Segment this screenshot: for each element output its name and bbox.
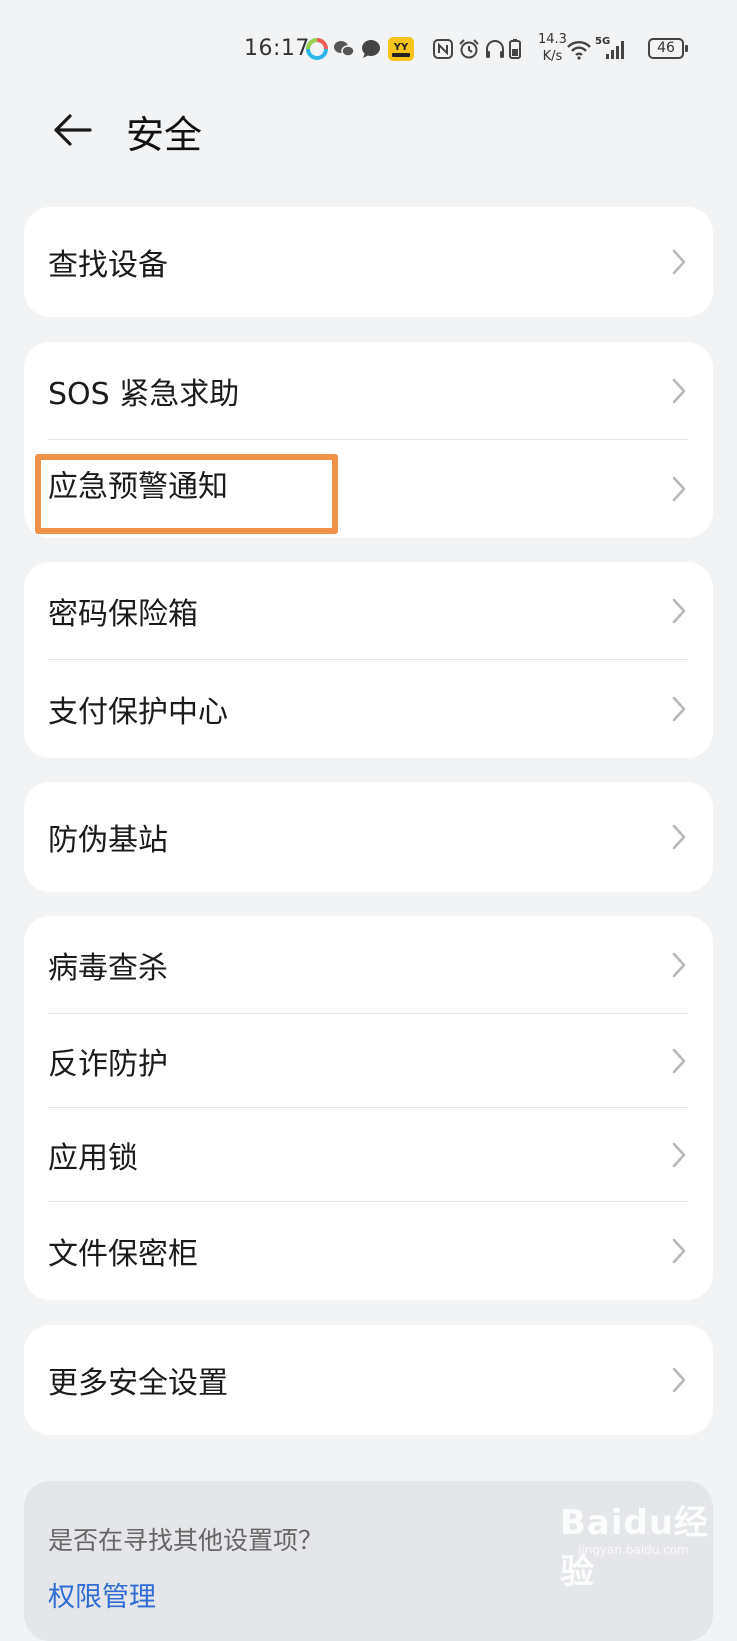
network-speed-value: 14.3 xyxy=(538,32,567,47)
settings-item-password-vault[interactable]: 密码保险箱 xyxy=(24,562,713,660)
battery-icon: 46 xyxy=(648,38,688,59)
settings-item-label: 病毒查杀 xyxy=(48,951,168,986)
status-bar: 16:17 YY 14.3 K/s 5G 46 xyxy=(0,0,737,100)
chevron-right-icon xyxy=(672,952,686,978)
settings-item-file-safe[interactable]: 文件保密柜 xyxy=(24,1202,713,1300)
wechat-icon xyxy=(334,41,355,57)
settings-item-label: SOS 紧急求助 xyxy=(48,377,240,412)
battery-level: 46 xyxy=(657,40,675,56)
settings-card-base-station: 防伪基站 xyxy=(24,782,713,892)
chevron-right-icon xyxy=(672,824,686,850)
chevron-right-icon xyxy=(672,1238,686,1264)
chevron-right-icon xyxy=(672,249,686,275)
message-icon xyxy=(362,40,380,58)
settings-item-label: 密码保险箱 xyxy=(48,597,198,632)
settings-item-anti-fraud[interactable]: 反诈防护 xyxy=(24,1014,713,1108)
settings-item-payment-protection[interactable]: 支付保护中心 xyxy=(24,660,713,758)
settings-card-protection: 病毒查杀 反诈防护 应用锁 文件保密柜 xyxy=(24,916,713,1300)
svg-text:YY: YY xyxy=(393,42,409,53)
settings-card-more: 更多安全设置 xyxy=(24,1325,713,1435)
headset-battery-icon xyxy=(509,39,521,59)
highlight-box xyxy=(35,454,338,534)
yy-app-icon: YY xyxy=(388,37,414,61)
alarm-icon xyxy=(459,39,479,59)
chevron-right-icon xyxy=(672,1048,686,1074)
baidu-watermark-url: jingyan.baidu.com xyxy=(578,1543,689,1557)
settings-card-passwords: 密码保险箱 支付保护中心 xyxy=(24,562,713,758)
settings-card-find-device: 查找设备 xyxy=(24,207,713,317)
settings-item-virus-scan[interactable]: 病毒查杀 xyxy=(24,916,713,1014)
wifi-icon xyxy=(567,41,591,60)
settings-item-label: 反诈防护 xyxy=(48,1047,168,1082)
chevron-right-icon xyxy=(672,598,686,624)
chevron-right-icon xyxy=(672,476,686,502)
suggestion-link-permissions[interactable]: 权限管理 xyxy=(48,1575,156,1614)
network-speed-unit: K/s xyxy=(542,49,563,64)
settings-item-anti-fake-base-station[interactable]: 防伪基站 xyxy=(24,782,713,892)
back-arrow-icon[interactable] xyxy=(50,108,94,152)
chevron-right-icon xyxy=(672,1367,686,1393)
settings-item-label: 查找设备 xyxy=(48,248,168,283)
chevron-right-icon xyxy=(672,696,686,722)
chevron-right-icon xyxy=(672,1142,686,1168)
settings-item-more-security[interactable]: 更多安全设置 xyxy=(24,1325,713,1435)
signal-icon xyxy=(606,41,624,59)
page-title: 安全 xyxy=(126,113,203,157)
settings-item-label: 支付保护中心 xyxy=(48,695,228,730)
settings-item-label: 更多安全设置 xyxy=(48,1366,228,1401)
network-speed: 14.3 K/s xyxy=(538,31,567,65)
nfc-icon xyxy=(433,39,453,59)
settings-item-sos[interactable]: SOS 紧急求助 xyxy=(24,342,713,440)
status-time: 16:17 xyxy=(244,36,310,61)
chevron-right-icon xyxy=(672,378,686,404)
settings-item-label: 文件保密柜 xyxy=(48,1237,198,1272)
app-notification-icon xyxy=(306,38,328,60)
page-header: 安全 xyxy=(0,96,737,166)
settings-item-app-lock[interactable]: 应用锁 xyxy=(24,1108,713,1202)
suggestion-question: 是否在寻找其他设置项？ xyxy=(48,1526,324,1555)
headphones-icon xyxy=(486,40,504,58)
settings-item-label: 防伪基站 xyxy=(48,823,168,858)
settings-item-label: 应用锁 xyxy=(48,1141,138,1176)
settings-item-find-device[interactable]: 查找设备 xyxy=(24,207,713,317)
